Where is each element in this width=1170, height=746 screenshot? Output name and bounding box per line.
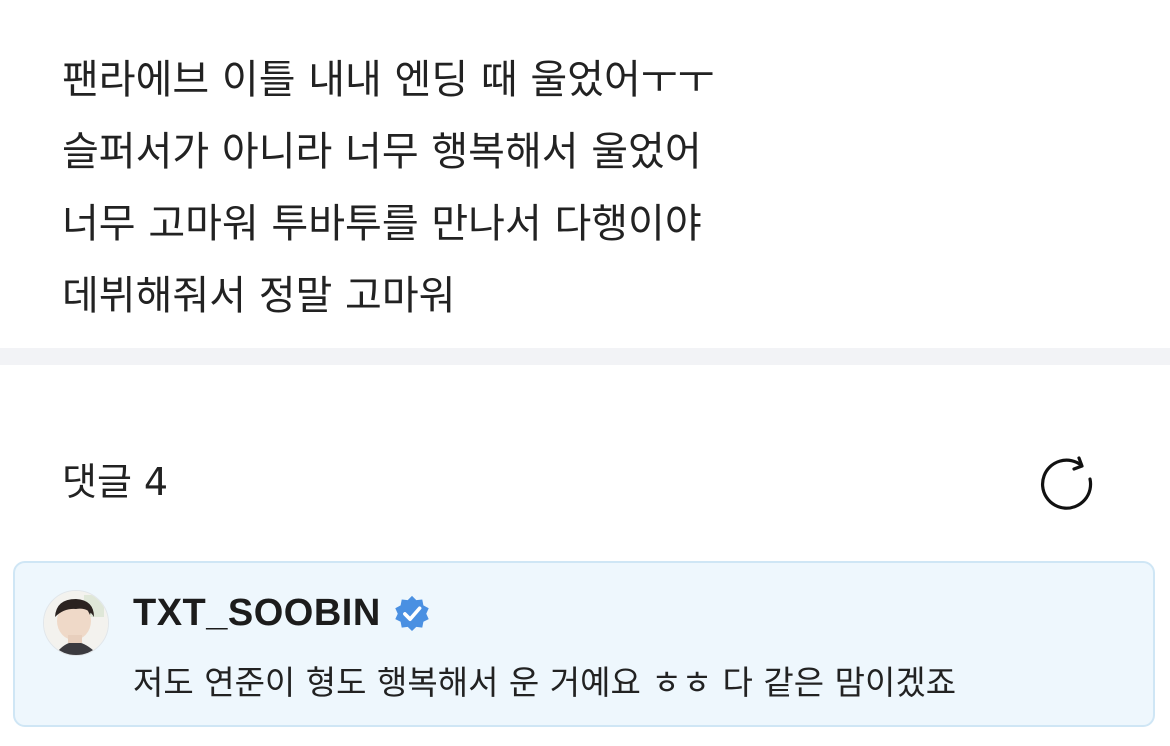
- post-body: 팬라에브 이틀 내내 엔딩 때 울었어ㅜㅜ 슬퍼서가 아니라 너무 행복해서 울…: [62, 44, 1122, 332]
- pinned-comment[interactable]: TXT_SOOBIN 저도 연준이 형도 행복해서 운 거예요 ㅎㅎ 다 같은 …: [13, 561, 1155, 727]
- post-line: 슬퍼서가 아니라 너무 행복해서 울었어: [62, 129, 702, 175]
- comment-text: 저도 연준이 형도 행복해서 운 거예요 ㅎㅎ 다 같은 맘이겠죠: [133, 663, 957, 702]
- post-line: 팬라에브 이틀 내내 엔딩 때 울었어ㅜㅜ: [62, 57, 715, 103]
- post-line: 데뷔해줘서 정말 고마워: [62, 273, 456, 319]
- refresh-icon: [1040, 456, 1093, 510]
- refresh-button[interactable]: [1038, 452, 1100, 514]
- comment-author: TXT_SOOBIN: [133, 587, 431, 639]
- comments-title: 댓글 4: [62, 456, 168, 508]
- post-line: 너무 고마워 투바투를 만나서 다행이야: [62, 201, 702, 247]
- comments-header: 댓글 4: [62, 452, 1122, 512]
- comment-count: 4: [143, 460, 169, 504]
- section-divider: [0, 348, 1170, 365]
- post-page: 팬라에브 이틀 내내 엔딩 때 울었어ㅜㅜ 슬퍼서가 아니라 너무 행복해서 울…: [0, 0, 1170, 746]
- verified-badge-icon: [395, 595, 429, 632]
- comments-title-label: 댓글: [62, 460, 132, 504]
- avatar[interactable]: [43, 590, 109, 656]
- avatar-image: [44, 591, 108, 655]
- author-name[interactable]: TXT_SOOBIN: [133, 587, 381, 639]
